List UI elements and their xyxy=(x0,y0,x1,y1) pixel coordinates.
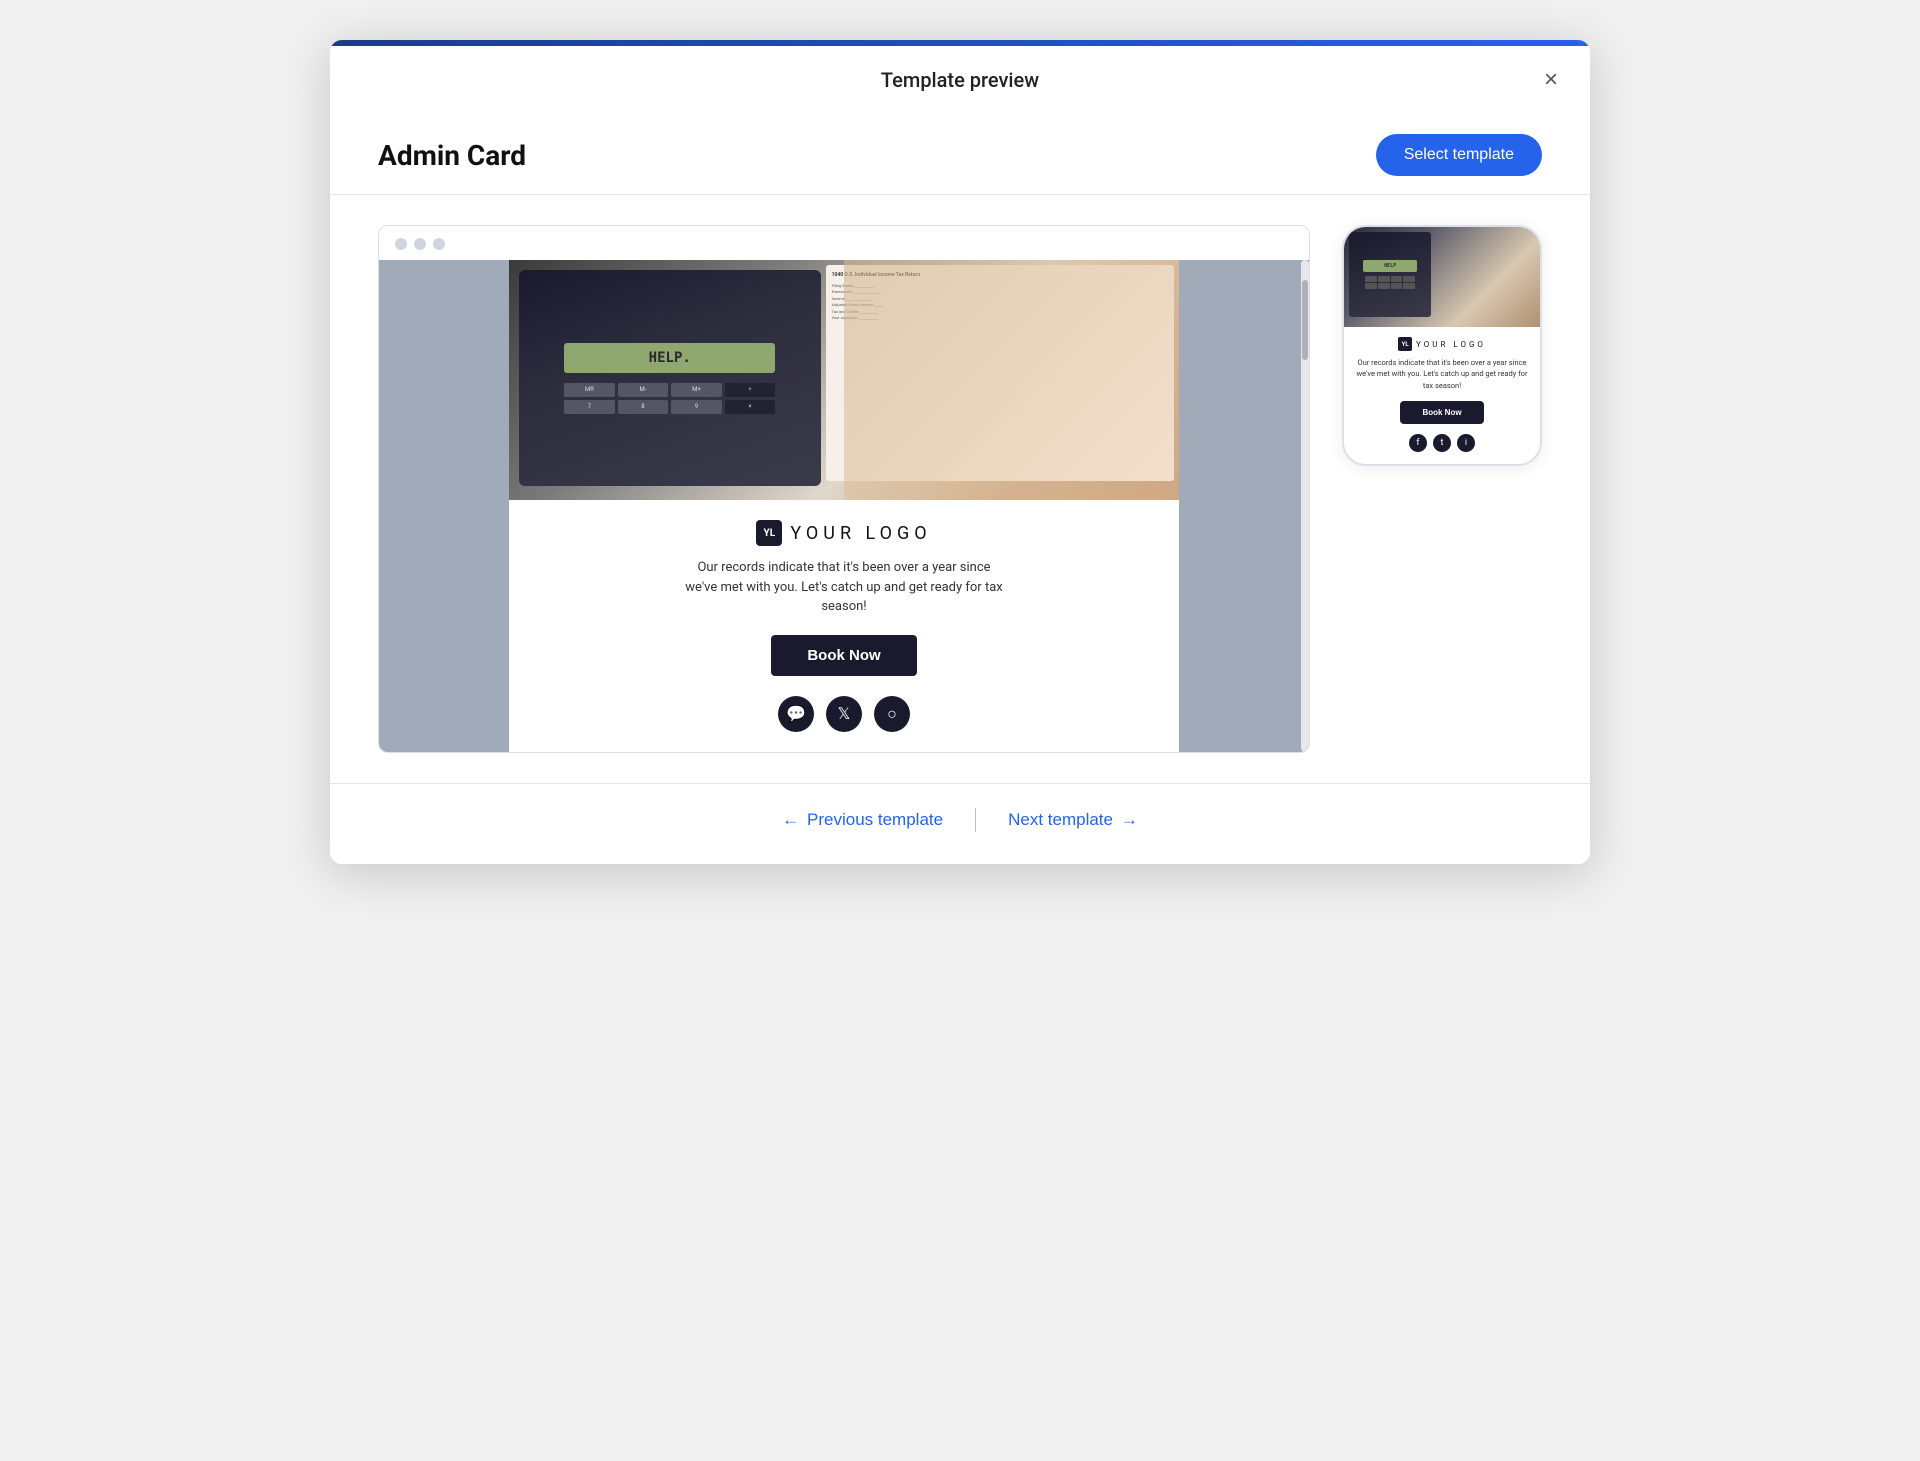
mobile-book-now-button[interactable]: Book Now xyxy=(1400,401,1483,424)
browser-dot-1 xyxy=(395,238,407,250)
instagram-icon: ○ xyxy=(874,696,910,732)
browser-chrome xyxy=(379,226,1309,260)
calc-btn: × xyxy=(725,400,776,414)
browser-dot-2 xyxy=(414,238,426,250)
mobile-inner: HELP Y xyxy=(1344,227,1540,464)
preview-sidebar-right xyxy=(1179,260,1309,752)
social-icons: 💬 𝕏 ○ xyxy=(778,696,910,732)
mobile-calc-grid xyxy=(1365,276,1414,289)
hand-overlay xyxy=(844,260,1179,500)
calc-btn: MR xyxy=(564,383,615,397)
mobile-social-icons: f t i xyxy=(1409,434,1475,452)
mobile-facebook-icon: f xyxy=(1409,434,1427,452)
scroll-thumb xyxy=(1302,280,1308,360)
m-cb xyxy=(1391,283,1403,289)
mobile-twitter-icon: t xyxy=(1433,434,1451,452)
close-button[interactable]: × xyxy=(1540,64,1562,96)
next-template-button[interactable]: Next template → xyxy=(976,810,1170,830)
modal-subheader: Admin Card Select template xyxy=(330,114,1590,195)
previous-template-label: Previous template xyxy=(807,810,943,830)
scrollbar[interactable] xyxy=(1301,260,1309,752)
logo-row: YL YOUR LOGO xyxy=(756,520,931,546)
previous-template-button[interactable]: ← Previous template xyxy=(750,810,975,830)
preview-content: HELP. MR M- M+ ÷ 7 8 9 × xyxy=(509,260,1179,752)
m-cb xyxy=(1378,283,1390,289)
modal-footer: ← Previous template Next template → xyxy=(330,783,1590,864)
mobile-hero-image: HELP xyxy=(1344,227,1540,327)
mobile-calc: HELP xyxy=(1349,232,1431,317)
next-template-label: Next template xyxy=(1008,810,1113,830)
calc-btn: 8 xyxy=(618,400,669,414)
calc-btn: 9 xyxy=(671,400,722,414)
hero-image: HELP. MR M- M+ ÷ 7 8 9 × xyxy=(509,260,1179,500)
modal-title: Template preview xyxy=(881,68,1039,92)
mobile-instagram-icon: i xyxy=(1457,434,1475,452)
book-now-button[interactable]: Book Now xyxy=(771,635,916,676)
m-cb xyxy=(1403,283,1415,289)
m-cb xyxy=(1403,276,1415,282)
hero-image-inner: HELP. MR M- M+ ÷ 7 8 9 × xyxy=(509,260,1179,500)
calc-btn: 7 xyxy=(564,400,615,414)
calc-btn: ÷ xyxy=(725,383,776,397)
preview-inner: HELP. MR M- M+ ÷ 7 8 9 × xyxy=(379,260,1309,752)
m-cb xyxy=(1391,276,1403,282)
mobile-preview-card: HELP Y xyxy=(1342,225,1542,466)
calc-screen: HELP. xyxy=(564,343,775,373)
arrow-left-icon: ← xyxy=(782,810,799,830)
mobile-logo-text: YOUR LOGO xyxy=(1416,340,1486,349)
modal-body: HELP. MR M- M+ ÷ 7 8 9 × xyxy=(330,195,1590,783)
modal-header: Template preview × xyxy=(330,46,1590,114)
mobile-body-text: Our records indicate that it's been over… xyxy=(1344,357,1540,391)
logo-text: YOUR LOGO xyxy=(790,523,931,544)
modal-container: Template preview × Admin Card Select tem… xyxy=(330,40,1590,864)
preview-body-text: Our records indicate that it's been over… xyxy=(684,558,1004,617)
mobile-logo-row: YL YOUR LOGO xyxy=(1398,337,1486,351)
browser-dot-3 xyxy=(433,238,445,250)
facebook-icon: 💬 xyxy=(778,696,814,732)
arrow-right-icon: → xyxy=(1121,810,1138,830)
template-name: Admin Card xyxy=(378,139,526,172)
m-cb xyxy=(1378,276,1390,282)
select-template-button[interactable]: Select template xyxy=(1376,134,1542,176)
m-cb xyxy=(1365,276,1377,282)
calc-buttons: MR M- M+ ÷ 7 8 9 × xyxy=(564,383,775,414)
twitter-icon: 𝕏 xyxy=(826,696,862,732)
logo-initials: YL xyxy=(756,520,782,546)
calc-btn: M+ xyxy=(671,383,722,397)
m-cb xyxy=(1365,283,1377,289)
preview-sidebar-left xyxy=(379,260,509,752)
calculator-visual: HELP. MR M- M+ ÷ 7 8 9 × xyxy=(519,270,821,486)
mobile-logo-initials: YL xyxy=(1398,337,1412,351)
calc-btn: M- xyxy=(618,383,669,397)
mobile-calc-screen: HELP xyxy=(1363,260,1417,272)
desktop-preview-card: HELP. MR M- M+ ÷ 7 8 9 × xyxy=(378,225,1310,753)
